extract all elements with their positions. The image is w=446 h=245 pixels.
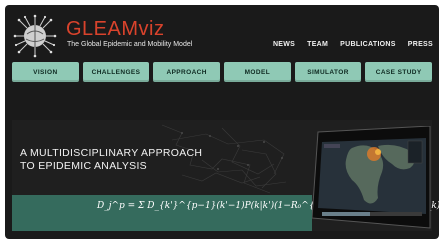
nav-news[interactable]: NEWS bbox=[273, 41, 295, 48]
hero-headline-line1: A MULTIDISCIPLINARY APPROACH bbox=[20, 147, 203, 159]
menu-approach[interactable]: APPROACH bbox=[153, 62, 221, 82]
globe-network-icon[interactable] bbox=[13, 14, 57, 58]
hero-headline: A MULTIDISCIPLINARY APPROACH TO EPIDEMIC… bbox=[20, 147, 202, 173]
page-frame: GLEAMviz The Global Epidemic and Mobilit… bbox=[5, 5, 439, 239]
menu-challenges[interactable]: CHALLENGES bbox=[82, 62, 150, 82]
menu-vision[interactable]: VISION bbox=[12, 62, 79, 82]
menu-case-study[interactable]: CASE STUDY bbox=[365, 62, 433, 82]
main-menu: VISION CHALLENGES APPROACH MODEL SIMULAT… bbox=[12, 62, 433, 82]
menu-model[interactable]: MODEL bbox=[224, 62, 291, 82]
menu-simulator[interactable]: SIMULATOR bbox=[294, 62, 362, 82]
top-nav: NEWS TEAM PUBLICATIONS PRESS bbox=[273, 41, 433, 48]
nav-press[interactable]: PRESS bbox=[408, 41, 433, 48]
nav-team[interactable]: TEAM bbox=[307, 41, 328, 48]
simulator-screenshot bbox=[312, 126, 431, 229]
hero-headline-line2: TO EPIDEMIC ANALYSIS bbox=[20, 160, 147, 172]
brand-subtitle: The Global Epidemic and Mobility Model bbox=[67, 41, 193, 48]
brand-title[interactable]: GLEAMviz bbox=[66, 18, 164, 41]
nav-publications[interactable]: PUBLICATIONS bbox=[340, 41, 396, 48]
